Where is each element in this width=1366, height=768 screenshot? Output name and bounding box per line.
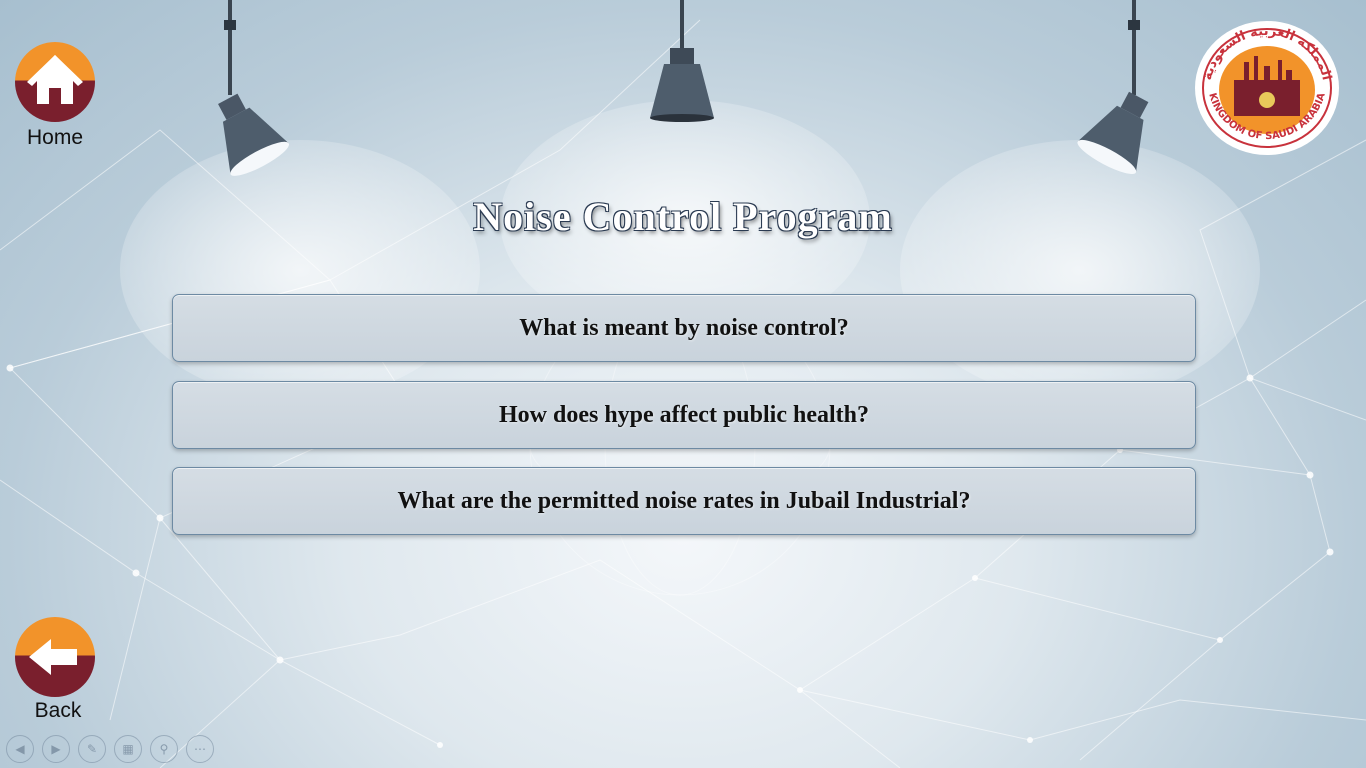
zoom-icon[interactable]: ⚲ <box>150 735 178 763</box>
page-title: Noise Control Program <box>473 194 893 239</box>
home-label: Home <box>26 126 84 149</box>
home-icon <box>27 55 83 104</box>
next-slide-icon[interactable]: ▶ <box>42 735 70 763</box>
back-label: Back <box>34 699 82 722</box>
pen-icon[interactable]: ✎ <box>78 735 106 763</box>
home-button[interactable]: Home <box>15 42 95 152</box>
question-label: What is meant by noise control? <box>519 314 849 341</box>
question-button-public-health[interactable]: How does hype affect public health? <box>172 381 1196 449</box>
home-button-circle[interactable] <box>15 42 95 122</box>
more-options-icon[interactable]: ⋯ <box>186 735 214 763</box>
question-button-noise-control[interactable]: What is meant by noise control? <box>172 294 1196 362</box>
back-button-circle[interactable] <box>15 617 95 697</box>
kingdom-of-saudi-arabia-logo: المملكة العربية السعودية KINGDOM OF SAUD… <box>1195 21 1339 155</box>
back-button[interactable]: Back <box>15 617 95 727</box>
previous-slide-icon[interactable]: ◀ <box>6 735 34 763</box>
slides-grid-icon[interactable]: ▦ <box>114 735 142 763</box>
question-button-permitted-noise-rates[interactable]: What are the permitted noise rates in Ju… <box>172 467 1196 535</box>
question-label: What are the permitted noise rates in Ju… <box>397 487 971 514</box>
stage-lamp-left <box>218 0 290 176</box>
stage-lamp-right <box>1077 0 1149 174</box>
player-controls: ◀ ▶ ✎ ▦ ⚲ ⋯ <box>6 735 214 763</box>
back-arrow-icon <box>29 639 77 675</box>
stage-lamp-center <box>650 0 714 122</box>
question-label: How does hype affect public health? <box>498 401 869 428</box>
